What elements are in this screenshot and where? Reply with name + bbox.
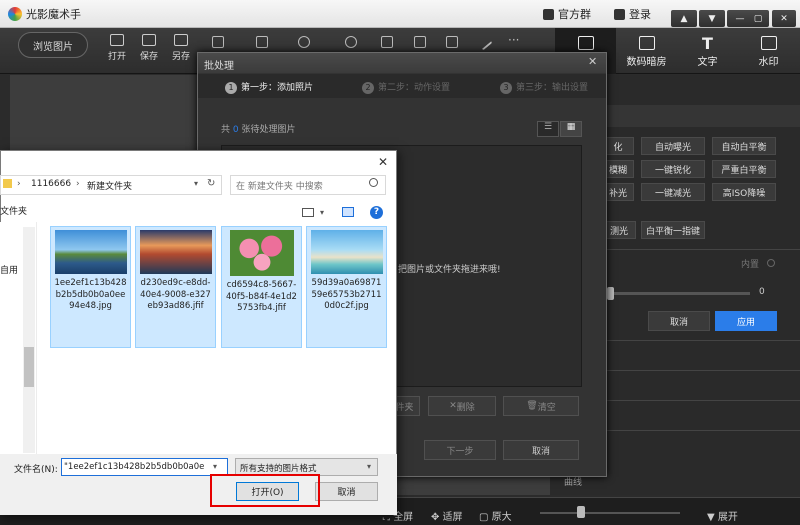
one-key-reduce-light-button[interactable]: 一键减光 <box>641 183 705 201</box>
batch-close-icon[interactable]: ✕ <box>588 55 597 68</box>
panel-cancel-button[interactable]: 取消 <box>648 311 710 331</box>
fit-screen-button[interactable]: ✥ 适屏 <box>431 508 463 523</box>
cut-icon[interactable] <box>256 36 268 48</box>
image-thumbnail <box>229 230 294 276</box>
step-3[interactable]: 3 第三步：输出设置 <box>500 80 588 94</box>
refresh-icon[interactable]: ↻ <box>207 178 215 189</box>
auto-white-balance-button[interactable]: 自动白平衡 <box>712 137 776 155</box>
step-2[interactable]: 2 第二步：动作设置 <box>362 80 450 94</box>
high-iso-denoise-button[interactable]: 高ISO降噪 <box>712 183 776 201</box>
slider-value: 0 <box>759 287 765 297</box>
search-placeholder: 在 新建文件夹 中搜索 <box>236 182 323 192</box>
tab-darkroom[interactable]: 数码暗房 <box>616 28 677 74</box>
tab-watermark[interactable]: 水印 <box>738 28 799 74</box>
tab-text[interactable]: T 文字 <box>677 28 738 74</box>
view-dropdown-icon[interactable]: ▾ <box>320 208 324 217</box>
slider-thumb[interactable] <box>607 287 614 300</box>
batch-cancel-button[interactable]: 取消 <box>503 440 579 460</box>
file-tile[interactable]: 1ee2ef1c13b428b2b5db0b0a0ee94e48.jpg <box>50 226 131 348</box>
preview-pane-icon[interactable] <box>342 207 354 217</box>
file-tile[interactable]: 59d39a0a6987159e65753b27110d0c2f.jpg <box>306 226 387 348</box>
save-as-icon <box>174 34 188 46</box>
delete-button[interactable]: ✕ 删除 <box>428 396 496 416</box>
save-tool[interactable]: 保存 <box>134 34 164 62</box>
open-tool[interactable]: 打开 <box>102 34 132 62</box>
image-thumbnail <box>54 230 127 274</box>
watermark-icon <box>760 36 777 50</box>
original-size-button[interactable]: ▢ 原大 <box>479 508 512 523</box>
history-dropdown-icon[interactable]: ▾ <box>194 179 198 188</box>
frame-icon[interactable] <box>381 36 393 48</box>
maximize-button[interactable]: ▢ <box>747 10 769 27</box>
expand-button[interactable]: ▼ 展开 <box>707 508 738 523</box>
breadcrumb-parent[interactable]: 1116666 <box>31 179 71 189</box>
severe-white-balance-button[interactable]: 严重白平衡 <box>712 160 776 178</box>
zoom-slider-track[interactable] <box>540 512 680 514</box>
metering-button-partial[interactable]: 测光 <box>602 221 636 239</box>
menu-button[interactable]: ▼ <box>699 10 725 27</box>
help-icon[interactable]: ? <box>370 206 383 219</box>
highlight-box <box>210 474 320 507</box>
file-type-dropdown-icon[interactable]: ▾ <box>367 462 371 471</box>
inner-label: 内置 <box>741 260 760 270</box>
nav-scrollbar-thumb[interactable] <box>24 347 34 387</box>
filename-label: 文件名(N): <box>14 465 58 475</box>
one-key-sharpen-button[interactable]: 一键锐化 <box>641 160 705 178</box>
zoom-slider-thumb[interactable] <box>577 506 585 518</box>
filename-dropdown-icon[interactable]: ▾ <box>213 462 217 471</box>
app-logo-icon <box>8 7 22 21</box>
white-balance-picker-button[interactable]: 白平衡一指键 <box>641 221 705 239</box>
official-group-link[interactable]: 官方群 <box>543 6 591 22</box>
collage-icon[interactable] <box>414 36 426 48</box>
search-icon[interactable] <box>369 178 378 187</box>
text-icon: T <box>702 34 713 53</box>
file-tile[interactable]: cd6594c8-5667-40f5-b84f-4e1d25753fb4.jfi… <box>221 226 302 348</box>
crop-icon[interactable] <box>212 36 224 48</box>
breadcrumb-current[interactable]: 新建文件夹 <box>87 179 132 192</box>
step-1[interactable]: 1 第一步：添加照片 <box>225 80 313 94</box>
color-icon[interactable] <box>345 36 357 48</box>
list-view-icon[interactable]: ☰ <box>537 121 559 137</box>
rotate-icon[interactable] <box>298 36 310 48</box>
skin-button[interactable]: ▲ <box>671 10 697 27</box>
edit-icon <box>577 36 594 50</box>
camera-icon <box>638 36 655 50</box>
browse-images-button[interactable]: 浏览图片 <box>18 32 88 58</box>
folder-icon <box>3 179 12 188</box>
collapse-icon[interactable] <box>767 259 775 267</box>
save-icon <box>142 34 156 46</box>
file-tile[interactable]: d230ed9c-e8dd-40e4-9008-e327eb93ad86.jfi… <box>135 226 216 348</box>
organize-partial[interactable]: 文件夹 <box>0 204 27 217</box>
login-icon <box>614 8 625 20</box>
dialog-cancel-button[interactable]: 取消 <box>315 482 378 501</box>
nav-item-partial[interactable]: 自用 <box>0 263 18 276</box>
next-step-button[interactable]: 下一步 <box>424 440 496 460</box>
save-as-tool[interactable]: 另存 <box>166 34 196 62</box>
group-icon <box>543 8 554 20</box>
close-app-button[interactable]: ✕ <box>772 10 796 27</box>
dialog-close-icon[interactable]: ✕ <box>378 155 388 169</box>
more-icon[interactable]: ··· <box>508 33 519 47</box>
batch-dialog-title: 批处理 <box>198 53 606 73</box>
pending-count: 共 0 张待处理图片 <box>221 125 296 135</box>
login-link[interactable]: 登录 <box>614 6 651 22</box>
view-mode-icon[interactable] <box>302 208 314 217</box>
filename-input[interactable]: "1ee2ef1c13b428b2b5db0b0a0e <box>61 458 228 476</box>
open-icon <box>110 34 124 46</box>
clear-button[interactable]: 🗑 清空 <box>503 396 579 416</box>
app-title: 光影魔术手 <box>26 8 81 21</box>
nav-scrollbar[interactable] <box>23 227 35 453</box>
print-icon[interactable] <box>446 36 458 48</box>
slider-track[interactable] <box>608 292 750 295</box>
panel-apply-button[interactable]: 应用 <box>715 311 777 331</box>
auto-exposure-button[interactable]: 自动曝光 <box>641 137 705 155</box>
drop-hint: 把图片或文件夹拖进来哦! <box>398 265 501 275</box>
grid-view-icon[interactable]: ▦ <box>560 121 582 137</box>
image-thumbnail <box>139 230 212 274</box>
image-thumbnail <box>310 230 383 274</box>
